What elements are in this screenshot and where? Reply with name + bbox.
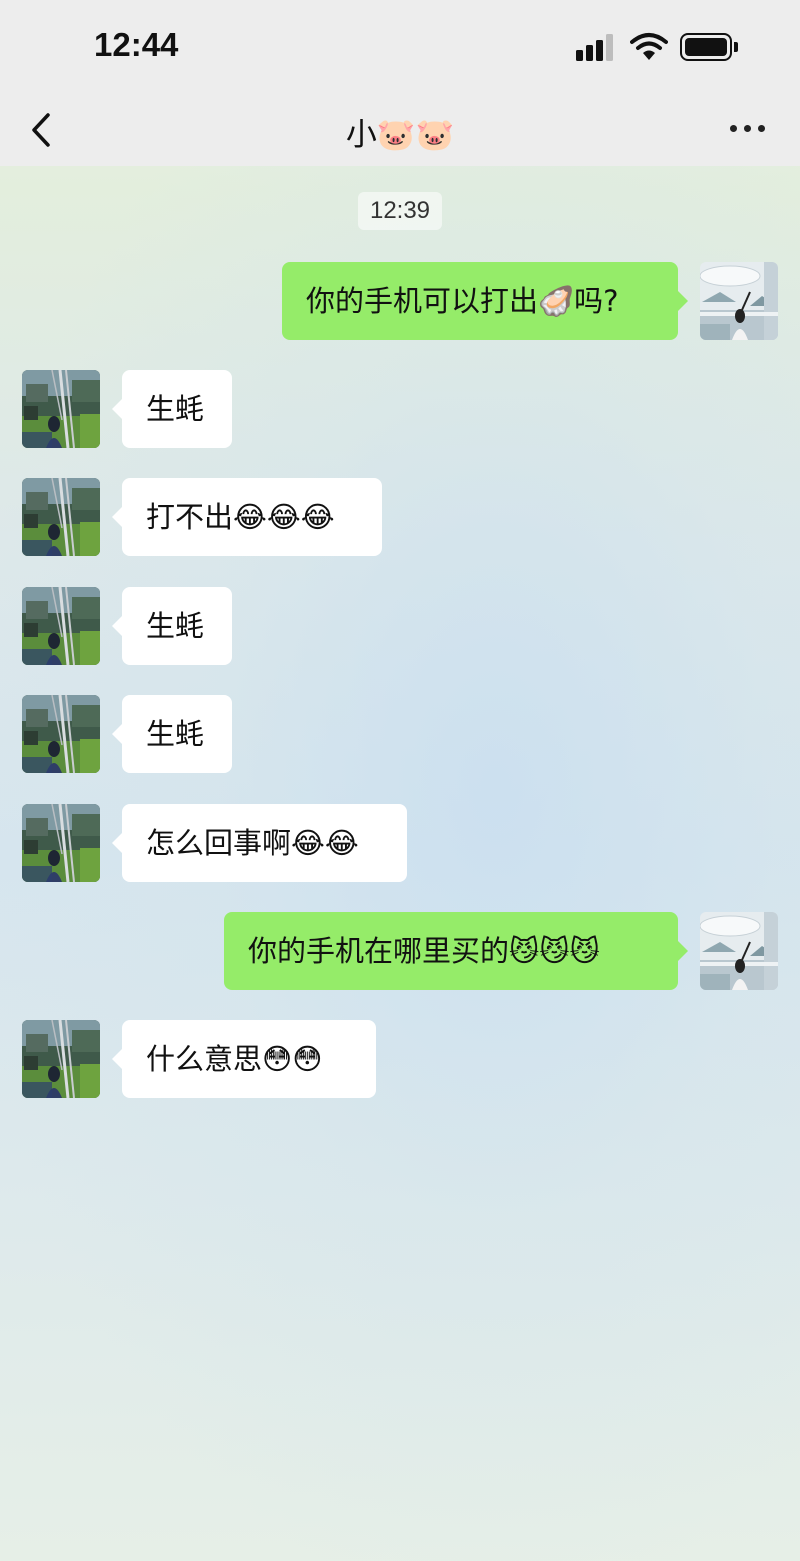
- message-bubble-incoming[interactable]: 生蚝: [112, 695, 232, 773]
- message-bubble-outgoing[interactable]: 你的手机在哪里买的😼😼😼: [224, 912, 688, 990]
- battery-icon: [680, 33, 738, 61]
- message-bubble-incoming[interactable]: 生蚝: [112, 370, 232, 448]
- message-row: 生蚝: [0, 587, 800, 665]
- contact-avatar[interactable]: [22, 695, 100, 773]
- message-row: 你的手机在哪里买的😼😼😼: [0, 912, 800, 990]
- my-avatar[interactable]: [700, 262, 778, 340]
- message-bubble-incoming[interactable]: 怎么回事啊😂😂: [112, 804, 407, 882]
- chat-header: 小🐷🐷: [0, 96, 800, 166]
- contact-avatar[interactable]: [22, 478, 100, 556]
- contact-avatar[interactable]: [22, 1020, 100, 1098]
- chat-timestamp: 12:39: [358, 192, 442, 230]
- more-options-icon[interactable]: [726, 116, 770, 140]
- message-row: 怎么回事啊😂😂: [0, 804, 800, 882]
- wifi-icon: [630, 33, 668, 60]
- message-row: 生蚝: [0, 695, 800, 773]
- message-row: 打不出😂😂😂: [0, 478, 800, 556]
- message-bubble-outgoing[interactable]: 你的手机可以打出🦪吗?: [282, 262, 688, 340]
- message-row: 什么意思😳😳: [0, 1020, 800, 1098]
- contact-avatar[interactable]: [22, 370, 100, 448]
- status-time: 12:44: [94, 26, 179, 63]
- cellular-signal-icon: [576, 33, 618, 61]
- message-bubble-incoming[interactable]: 什么意思😳😳: [112, 1020, 376, 1098]
- contact-avatar[interactable]: [22, 587, 100, 665]
- message-bubble-incoming[interactable]: 生蚝: [112, 587, 232, 665]
- status-bar: 12:44: [0, 0, 800, 96]
- contact-avatar[interactable]: [22, 804, 100, 882]
- message-bubble-incoming[interactable]: 打不出😂😂😂: [112, 478, 382, 556]
- chat-title: 小🐷🐷: [345, 117, 455, 153]
- my-avatar[interactable]: [700, 912, 778, 990]
- message-row: 你的手机可以打出🦪吗?: [0, 262, 800, 340]
- message-row: 生蚝: [0, 370, 800, 448]
